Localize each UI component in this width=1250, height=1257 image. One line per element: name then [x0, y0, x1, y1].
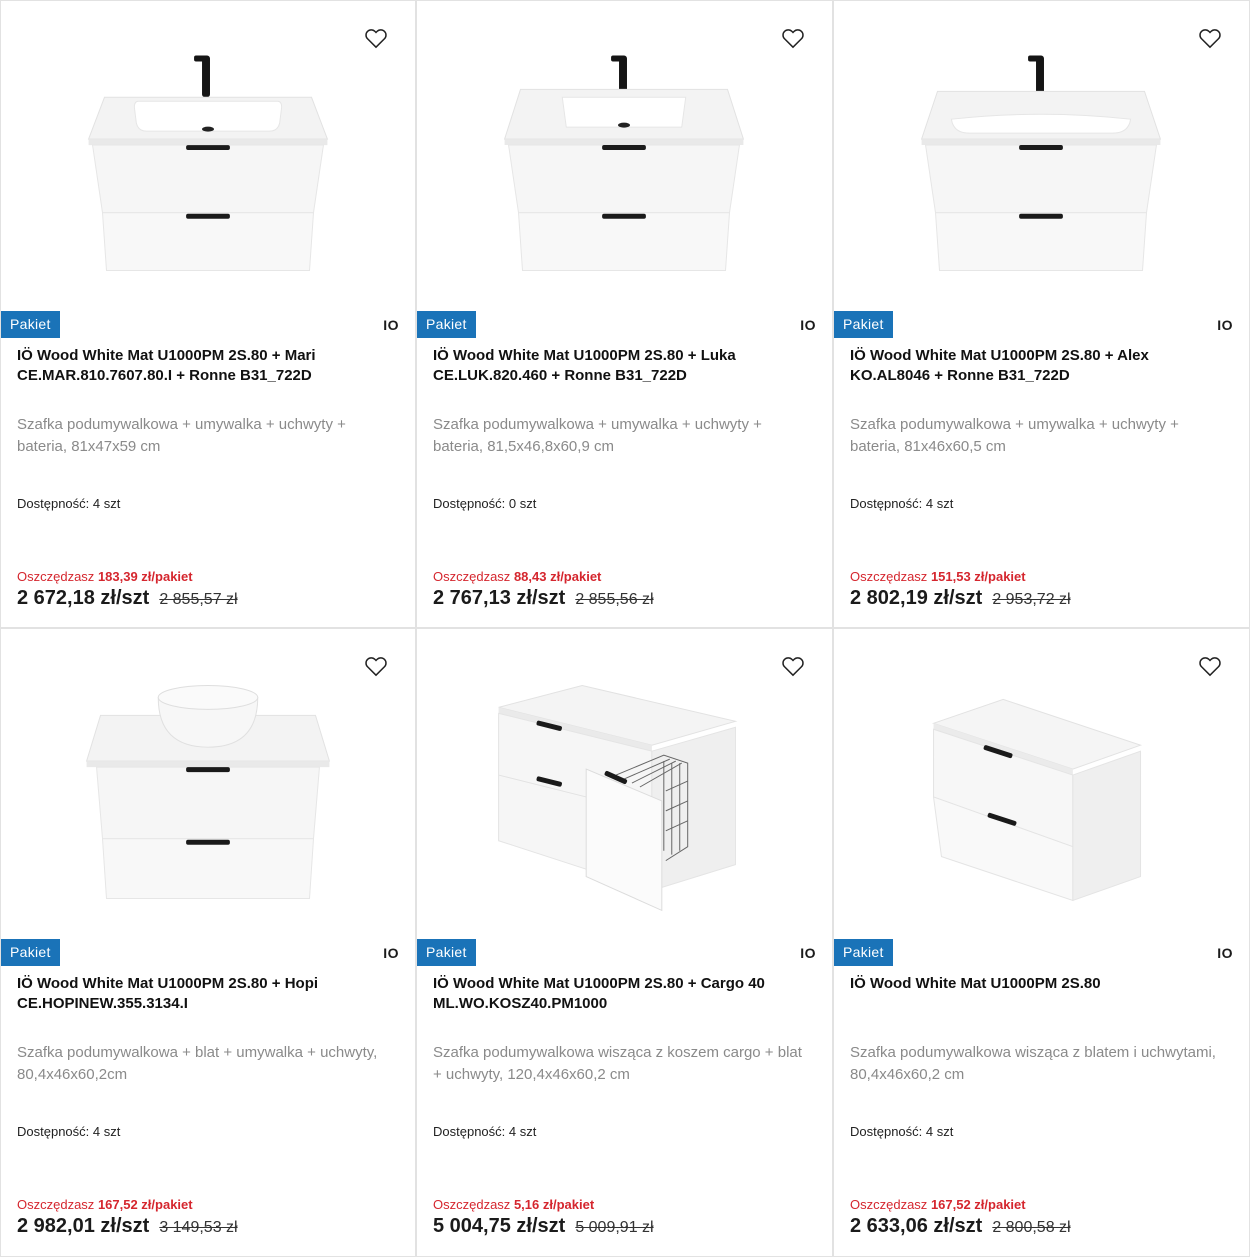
product-title[interactable]: IÖ Wood White Mat U1000PM 2S.80 + Luka C… — [433, 346, 812, 386]
brand-logo: IO — [1217, 945, 1233, 961]
savings-amount: 5,16 zł/pakiet — [513, 1197, 595, 1212]
availability: Dostępność: 0 szt — [433, 496, 537, 511]
savings-label: Oszczędzasz — [17, 1197, 95, 1212]
cabinet-icon[interactable] — [834, 651, 1249, 921]
vanity-basin-icon[interactable] — [1, 23, 415, 293]
savings-label: Oszczędzasz — [850, 569, 928, 584]
package-badge: Pakiet — [417, 311, 476, 338]
current-price: 2 982,01 zł/szt — [17, 1215, 150, 1237]
old-price: 5 009,91 zł — [575, 1219, 654, 1236]
product-card[interactable]: Pakiet IO IÖ Wood White Mat U1000PM 2S.8… — [416, 0, 833, 628]
savings-label: Oszczędzasz — [17, 569, 95, 584]
brand-logo: IO — [800, 317, 816, 333]
savings-amount: 183,39 zł/pakiet — [97, 569, 193, 584]
old-price: 2 855,56 zł — [575, 591, 654, 608]
savings-label: Oszczędzasz — [433, 569, 511, 584]
current-price: 2 767,13 zł/szt — [433, 587, 566, 609]
savings-amount: 167,52 zł/pakiet — [930, 1197, 1026, 1212]
savings-label: Oszczędzasz — [433, 1197, 511, 1212]
availability: Dostępność: 4 szt — [850, 1124, 954, 1139]
product-title[interactable]: IÖ Wood White Mat U1000PM 2S.80 + Cargo … — [433, 974, 812, 1014]
product-title[interactable]: IÖ Wood White Mat U1000PM 2S.80 + Hopi C… — [17, 974, 395, 1014]
price-row: 2 672,18 zł/szt 2 855,57 zł — [17, 587, 238, 610]
savings-amount: 167,52 zł/pakiet — [97, 1197, 193, 1212]
product-description: Szafka podumywalkowa + blat + umywalka +… — [17, 1044, 378, 1083]
package-badge: Pakiet — [1, 311, 60, 338]
current-price: 2 802,19 zł/szt — [850, 587, 983, 609]
brand-logo: IO — [1217, 317, 1233, 333]
savings-label: Oszczędzasz — [850, 1197, 928, 1212]
availability: Dostępność: 4 szt — [433, 1124, 537, 1139]
package-badge: Pakiet — [834, 311, 893, 338]
product-title[interactable]: IÖ Wood White Mat U1000PM 2S.80 — [850, 974, 1229, 994]
price-row: 2 982,01 zł/szt 3 149,53 zł — [17, 1215, 238, 1238]
savings-amount: 151,53 zł/pakiet — [930, 569, 1026, 584]
product-description: Szafka podumywalkowa + umywalka + uchwyt… — [17, 416, 346, 455]
availability: Dostępność: 4 szt — [17, 1124, 121, 1139]
availability: Dostępność: 4 szt — [850, 496, 954, 511]
savings: Oszczędzasz 167,52 zł/pakiet — [17, 1197, 193, 1212]
package-badge: Pakiet — [1, 939, 60, 966]
brand-logo: IO — [800, 945, 816, 961]
price-row: 2 767,13 zł/szt 2 855,56 zł — [433, 587, 654, 610]
savings: Oszczędzasz 88,43 zł/pakiet — [433, 569, 601, 584]
product-card[interactable]: Pakiet IO IÖ Wood White Mat U1000PM 2S.8… — [0, 628, 416, 1257]
current-price: 2 633,06 zł/szt — [850, 1215, 983, 1237]
brand-logo: IO — [383, 945, 399, 961]
product-description: Szafka podumywalkowa + umywalka + uchwyt… — [850, 416, 1179, 455]
product-card[interactable]: Pakiet IO IÖ Wood White Mat U1000PM 2S.8… — [416, 628, 833, 1257]
old-price: 2 800,58 zł — [992, 1219, 1071, 1236]
brand-logo: IO — [383, 317, 399, 333]
product-title[interactable]: IÖ Wood White Mat U1000PM 2S.80 + Mari C… — [17, 346, 395, 386]
old-price: 2 855,57 zł — [159, 591, 238, 608]
product-card[interactable]: Pakiet IO IÖ Wood White Mat U1000PM 2S.8… — [833, 0, 1250, 628]
vanity-bowl-icon[interactable] — [1, 651, 415, 921]
old-price: 2 953,72 zł — [992, 591, 1071, 608]
availability: Dostępność: 4 szt — [17, 496, 121, 511]
current-price: 5 004,75 zł/szt — [433, 1215, 566, 1237]
product-description: Szafka podumywalkowa + umywalka + uchwyt… — [433, 416, 762, 455]
product-card[interactable]: Pakiet IO IÖ Wood White Mat U1000PM 2S.8… — [0, 0, 416, 628]
vanity-basin-icon[interactable] — [417, 23, 832, 293]
price-row: 5 004,75 zł/szt 5 009,91 zł — [433, 1215, 654, 1238]
price-row: 2 802,19 zł/szt 2 953,72 zł — [850, 587, 1071, 610]
cabinet-cargo-icon[interactable] — [417, 651, 832, 921]
savings: Oszczędzasz 167,52 zł/pakiet — [850, 1197, 1026, 1212]
package-badge: Pakiet — [417, 939, 476, 966]
price-row: 2 633,06 zł/szt 2 800,58 zł — [850, 1215, 1071, 1238]
product-title[interactable]: IÖ Wood White Mat U1000PM 2S.80 + Alex K… — [850, 346, 1229, 386]
product-description: Szafka podumywalkowa wisząca z koszem ca… — [433, 1044, 802, 1083]
vanity-basin-icon[interactable] — [834, 23, 1249, 293]
savings: Oszczędzasz 151,53 zł/pakiet — [850, 569, 1026, 584]
savings-amount: 88,43 zł/pakiet — [513, 569, 602, 584]
old-price: 3 149,53 zł — [159, 1219, 238, 1236]
product-description: Szafka podumywalkowa wisząca z blatem i … — [850, 1044, 1216, 1083]
current-price: 2 672,18 zł/szt — [17, 587, 150, 609]
savings: Oszczędzasz 183,39 zł/pakiet — [17, 569, 193, 584]
package-badge: Pakiet — [834, 939, 893, 966]
product-card[interactable]: Pakiet IO IÖ Wood White Mat U1000PM 2S.8… — [833, 628, 1250, 1257]
product-grid: Pakiet IO IÖ Wood White Mat U1000PM 2S.8… — [0, 0, 1250, 1257]
savings: Oszczędzasz 5,16 zł/pakiet — [433, 1197, 594, 1212]
